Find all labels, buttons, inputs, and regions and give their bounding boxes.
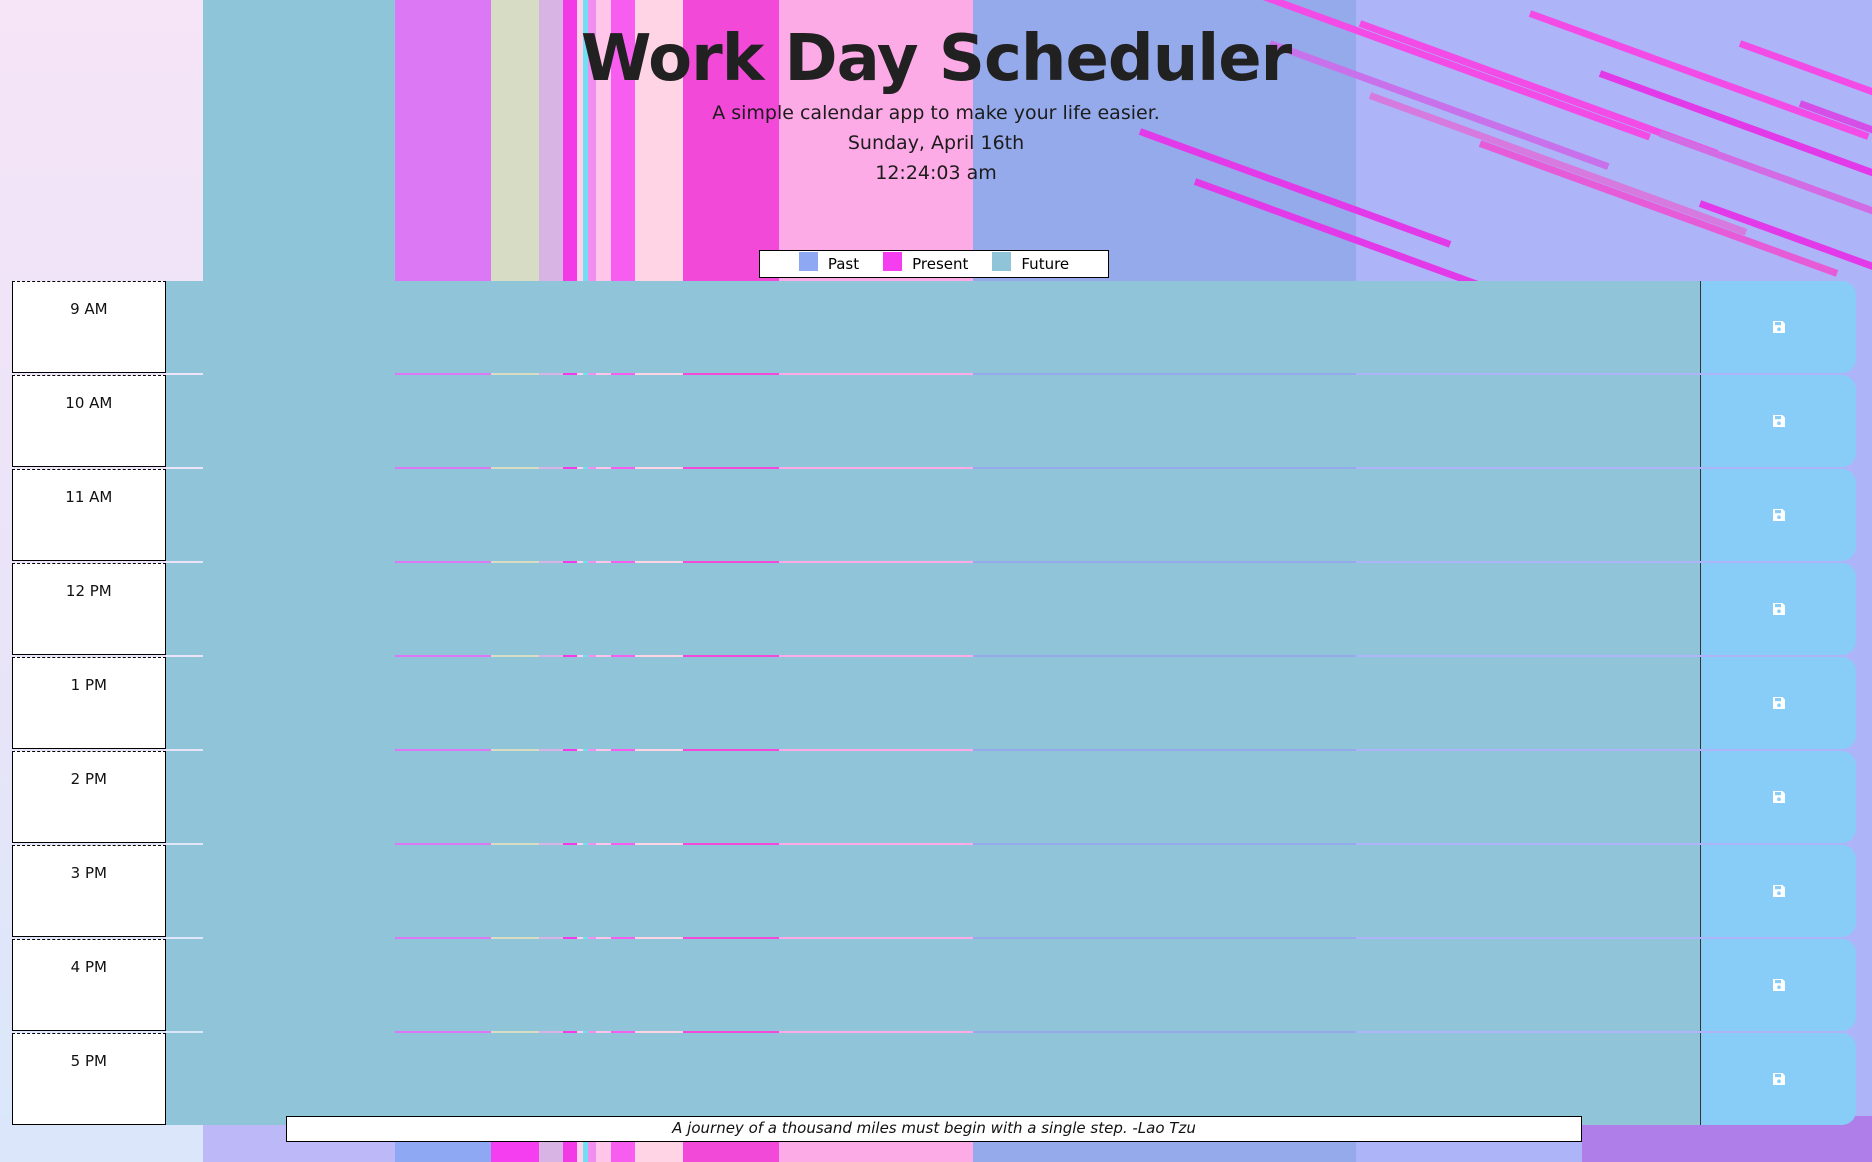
save-button[interactable] — [1701, 1033, 1856, 1125]
future-swatch — [992, 251, 1012, 271]
event-description-input[interactable] — [165, 375, 1702, 467]
floppy-disk-icon — [1772, 414, 1786, 428]
event-description-input[interactable] — [165, 563, 1702, 655]
event-description-input[interactable] — [165, 469, 1702, 561]
hour-label: 4 PM — [12, 939, 166, 1031]
time-block-row: 11 AM — [12, 469, 1856, 562]
time-block-row: 4 PM — [12, 939, 1856, 1032]
floppy-disk-icon — [1772, 696, 1786, 710]
save-button[interactable] — [1701, 375, 1856, 467]
time-block-row: 1 PM — [12, 657, 1856, 750]
save-button[interactable] — [1701, 281, 1856, 373]
floppy-disk-icon — [1772, 320, 1786, 334]
legend-label-future: Future — [1021, 255, 1070, 273]
floppy-disk-icon — [1772, 790, 1786, 804]
time-block-row: 3 PM — [12, 845, 1856, 938]
time-block-row: 10 AM — [12, 375, 1856, 468]
legend-item-present: Present — [883, 251, 969, 273]
legend-item-past: Past — [798, 251, 860, 273]
save-button[interactable] — [1701, 657, 1856, 749]
hour-label: 9 AM — [12, 281, 166, 373]
floppy-disk-icon — [1772, 508, 1786, 522]
hour-label: 1 PM — [12, 657, 166, 749]
floppy-disk-icon — [1772, 602, 1786, 616]
hour-label: 2 PM — [12, 751, 166, 843]
legend-label-past: Past — [827, 255, 860, 273]
time-block-row: 12 PM — [12, 563, 1856, 656]
time-block-row: 5 PM — [12, 1033, 1856, 1126]
present-swatch — [883, 251, 903, 271]
past-swatch — [798, 251, 818, 271]
color-legend: Past Present Future — [759, 250, 1109, 278]
save-button[interactable] — [1701, 469, 1856, 561]
floppy-disk-icon — [1772, 1072, 1786, 1086]
page-header: Work Day Scheduler A simple calendar app… — [0, 0, 1872, 188]
current-date: Sunday, April 16th — [847, 132, 1025, 154]
event-description-input[interactable] — [165, 751, 1702, 843]
page-subtitle: A simple calendar app to make your life … — [712, 102, 1160, 124]
save-button[interactable] — [1701, 751, 1856, 843]
event-description-input[interactable] — [165, 1033, 1702, 1125]
time-block-row: 2 PM — [12, 751, 1856, 844]
hour-label: 5 PM — [12, 1033, 166, 1125]
event-description-input[interactable] — [165, 281, 1702, 373]
save-button[interactable] — [1701, 845, 1856, 937]
footer-quote: A journey of a thousand miles must begin… — [286, 1116, 1582, 1142]
page-title: Work Day Scheduler — [580, 22, 1292, 96]
save-button[interactable] — [1701, 563, 1856, 655]
floppy-disk-icon — [1772, 884, 1786, 898]
schedule: 9 AM 10 AM 11 AM 12 PM 1 PM 2 PM 3 PM 4 PM 5 PM — [12, 281, 1856, 1126]
event-description-input[interactable] — [165, 845, 1702, 937]
legend-label-present: Present — [912, 255, 969, 273]
floppy-disk-icon — [1772, 978, 1786, 992]
legend-item-future: Future — [992, 251, 1070, 273]
hour-label: 11 AM — [12, 469, 166, 561]
time-block-row: 9 AM — [12, 281, 1856, 374]
hour-label: 12 PM — [12, 563, 166, 655]
event-description-input[interactable] — [165, 939, 1702, 1031]
current-time: 12:24:03 am — [875, 162, 997, 184]
event-description-input[interactable] — [165, 657, 1702, 749]
hour-label: 10 AM — [12, 375, 166, 467]
save-button[interactable] — [1701, 939, 1856, 1031]
hour-label: 3 PM — [12, 845, 166, 937]
